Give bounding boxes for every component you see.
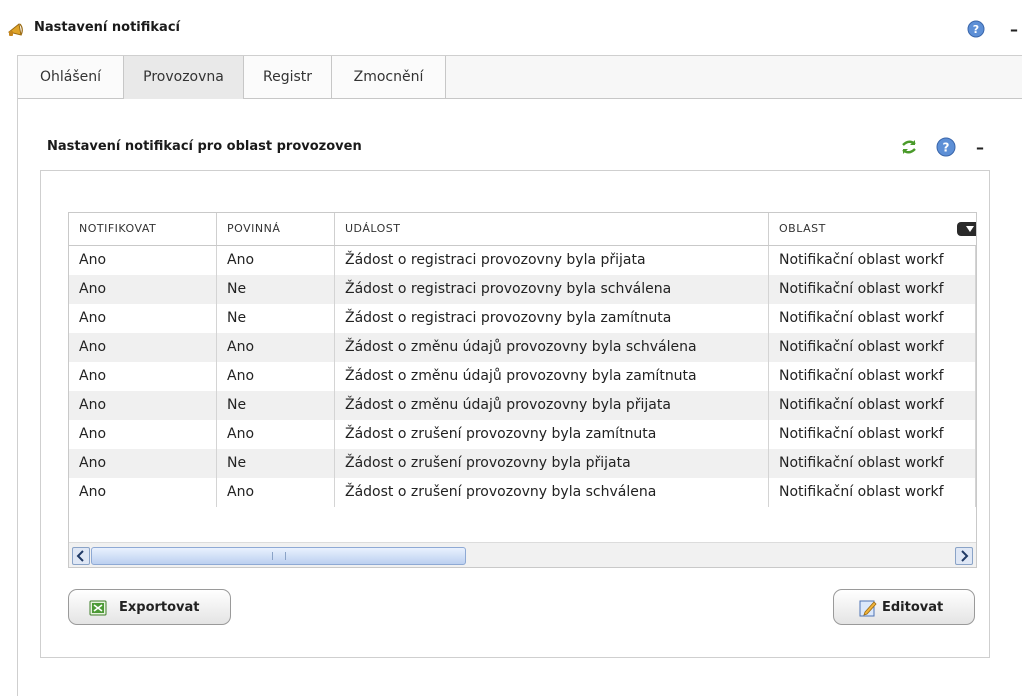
cell-udalost: Žádost o zrušení provozovny byla zamítnu… [335,420,769,449]
svg-text:?: ? [943,141,950,155]
export-label: Exportovat [119,600,200,615]
cell-oblast: Notifikační oblast workf [769,275,976,304]
cell-udalost: Žádost o změnu údajů provozovny byla zam… [335,362,769,391]
column-header-notifikovat[interactable]: NOTIFIKOVAT [69,213,217,245]
tab-ohlaseni[interactable]: Ohlášení [18,56,124,98]
cell-oblast: Notifikační oblast workf [769,246,976,275]
cell-udalost: Žádost o registraci provozovny byla přij… [335,246,769,275]
cell-povinna: Ne [217,304,335,333]
top-bar: Nastavení notifikací ? – [0,0,1022,52]
table-row[interactable]: Ano Ano Žádost o zrušení provozovny byla… [69,478,976,507]
excel-icon [89,599,107,617]
megaphone-icon [6,20,26,40]
cell-udalost: Žádost o registraci provozovny byla zamí… [335,304,769,333]
column-header-oblast[interactable]: OBLAST [769,213,976,245]
notifications-table: NOTIFIKOVAT POVINNÁ UDÁLOST OBLAST Ano A… [68,212,977,568]
cell-povinna: Ne [217,391,335,420]
tab-registr[interactable]: Registr [244,56,332,98]
cell-povinna: Ano [217,333,335,362]
table-header: NOTIFIKOVAT POVINNÁ UDÁLOST OBLAST [69,213,976,246]
refresh-icon[interactable] [900,138,918,156]
cell-udalost: Žádost o zrušení provozovny byla schvále… [335,478,769,507]
cell-oblast: Notifikační oblast workf [769,391,976,420]
column-header-udalost[interactable]: UDÁLOST [335,213,769,245]
tab-provozovna[interactable]: Provozovna [124,56,244,99]
table-row[interactable]: Ano Ano Žádost o změnu údajů provozovny … [69,362,976,391]
section-title: Nastavení notifikací pro oblast provozov… [47,139,362,154]
svg-text:?: ? [973,23,979,36]
tab-zmocneni[interactable]: Zmocnění [332,56,446,98]
help-icon[interactable]: ? [936,137,956,157]
cell-povinna: Ne [217,449,335,478]
section-minimize-icon[interactable]: – [976,140,984,156]
cell-notifikovat: Ano [69,391,217,420]
cell-notifikovat: Ano [69,420,217,449]
column-header-povinna[interactable]: POVINNÁ [217,213,335,245]
cell-notifikovat: Ano [69,362,217,391]
cell-oblast: Notifikační oblast workf [769,304,976,333]
table-row[interactable]: Ano Ne Žádost o registraci provozovny by… [69,275,976,304]
cell-notifikovat: Ano [69,333,217,362]
cell-oblast: Notifikační oblast workf [769,420,976,449]
cell-oblast: Notifikační oblast workf [769,449,976,478]
page-title: Nastavení notifikací [34,20,180,35]
export-button[interactable]: Exportovat [68,589,231,625]
cell-notifikovat: Ano [69,449,217,478]
minimize-icon[interactable]: – [1010,22,1018,38]
horizontal-scrollbar[interactable] [69,542,976,567]
table-row[interactable]: Ano Ano Žádost o registraci provozovny b… [69,246,976,275]
cell-udalost: Žádost o změnu údajů provozovny byla při… [335,391,769,420]
scroll-right-button[interactable] [955,547,973,565]
table-row[interactable]: Ano Ano Žádost o zrušení provozovny byla… [69,420,976,449]
cell-povinna: Ano [217,478,335,507]
column-menu-button[interactable] [957,222,976,236]
table-row[interactable]: Ano Ne Žádost o zrušení provozovny byla … [69,449,976,478]
cell-povinna: Ano [217,420,335,449]
tab-bar: Ohlášení Provozovna Registr Zmocnění [18,56,1022,99]
cell-notifikovat: Ano [69,304,217,333]
cell-oblast: Notifikační oblast workf [769,333,976,362]
cell-notifikovat: Ano [69,246,217,275]
table-row[interactable]: Ano Ano Žádost o změnu údajů provozovny … [69,333,976,362]
table-row[interactable]: Ano Ne Žádost o registraci provozovny by… [69,304,976,333]
cell-udalost: Žádost o změnu údajů provozovny byla sch… [335,333,769,362]
edit-label: Editovat [882,600,944,615]
scroll-left-button[interactable] [72,547,90,565]
cell-povinna: Ne [217,275,335,304]
cell-oblast: Notifikační oblast workf [769,362,976,391]
cell-notifikovat: Ano [69,478,217,507]
cell-povinna: Ano [217,246,335,275]
scroll-grip-icon [272,552,286,560]
cell-notifikovat: Ano [69,275,217,304]
help-icon[interactable]: ? [967,20,985,38]
scroll-thumb[interactable] [91,547,466,565]
cell-udalost: Žádost o registraci provozovny byla schv… [335,275,769,304]
table-row[interactable]: Ano Ne Žádost o změnu údajů provozovny b… [69,391,976,420]
cell-povinna: Ano [217,362,335,391]
pencil-edit-icon [859,599,877,617]
edit-button[interactable]: Editovat [833,589,975,625]
cell-oblast: Notifikační oblast workf [769,478,976,507]
cell-udalost: Žádost o zrušení provozovny byla přijata [335,449,769,478]
